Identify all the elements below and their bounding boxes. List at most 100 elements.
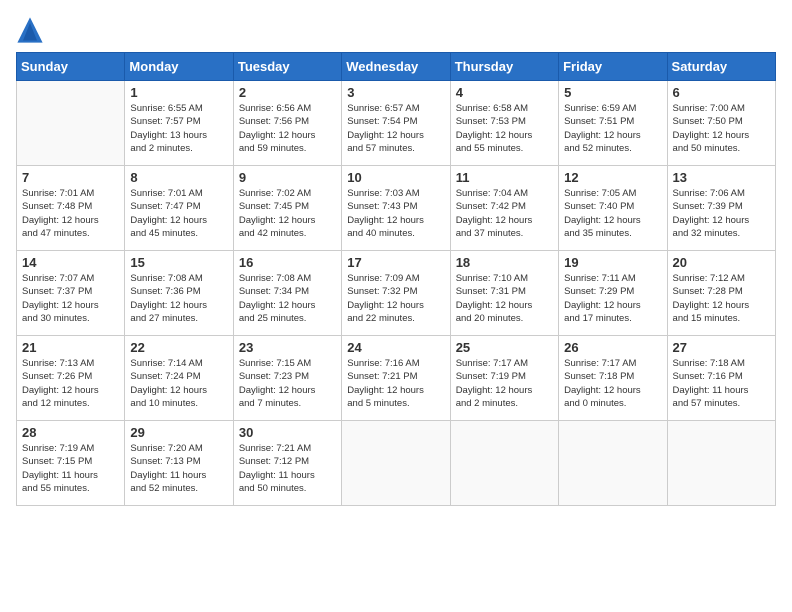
day-info: Sunrise: 7:08 AM Sunset: 7:36 PM Dayligh… (130, 272, 227, 325)
day-info: Sunrise: 7:08 AM Sunset: 7:34 PM Dayligh… (239, 272, 336, 325)
day-number: 14 (22, 255, 119, 270)
calendar-cell (667, 421, 775, 506)
calendar-cell: 26Sunrise: 7:17 AM Sunset: 7:18 PM Dayli… (559, 336, 667, 421)
day-number: 16 (239, 255, 336, 270)
day-of-week-header: Wednesday (342, 53, 450, 81)
day-number: 3 (347, 85, 444, 100)
calendar-cell: 24Sunrise: 7:16 AM Sunset: 7:21 PM Dayli… (342, 336, 450, 421)
day-info: Sunrise: 7:17 AM Sunset: 7:18 PM Dayligh… (564, 357, 661, 410)
calendar-week-row: 1 Sunrise: 6:55 AM Sunset: 7:57 PM Daylig… (17, 81, 776, 166)
day-number: 21 (22, 340, 119, 355)
day-info: Sunrise: 7:15 AM Sunset: 7:23 PM Dayligh… (239, 357, 336, 410)
calendar-cell: 6 Sunrise: 7:00 AM Sunset: 7:50 PM Daylig… (667, 81, 775, 166)
day-number: 23 (239, 340, 336, 355)
day-info: Sunrise: 7:10 AM Sunset: 7:31 PM Dayligh… (456, 272, 553, 325)
calendar-cell: 25Sunrise: 7:17 AM Sunset: 7:19 PM Dayli… (450, 336, 558, 421)
calendar-cell: 22 Sunrise: 7:14 AM Sunset: 7:24 PM Dayli… (125, 336, 233, 421)
calendar-week-row: 28 Sunrise: 7:19 AM Sunset: 7:15 PM Dayli… (17, 421, 776, 506)
day-info: Sunrise: 6:57 AM Sunset: 7:54 PM Dayligh… (347, 102, 444, 155)
day-info: Sunrise: 6:55 AM Sunset: 7:57 PM Dayligh… (130, 102, 227, 155)
day-info: Sunrise: 7:18 AM Sunset: 7:16 PM Dayligh… (673, 357, 770, 410)
calendar-cell: 2 Sunrise: 6:56 AM Sunset: 7:56 PM Daylig… (233, 81, 341, 166)
calendar-cell: 7 Sunrise: 7:01 AM Sunset: 7:48 PM Daylig… (17, 166, 125, 251)
day-number: 7 (22, 170, 119, 185)
day-of-week-header: Friday (559, 53, 667, 81)
calendar-cell: 3 Sunrise: 6:57 AM Sunset: 7:54 PM Daylig… (342, 81, 450, 166)
calendar-cell: 18 Sunrise: 7:10 AM Sunset: 7:31 PM Dayli… (450, 251, 558, 336)
day-info: Sunrise: 7:07 AM Sunset: 7:37 PM Dayligh… (22, 272, 119, 325)
day-number: 2 (239, 85, 336, 100)
day-info: Sunrise: 6:59 AM Sunset: 7:51 PM Dayligh… (564, 102, 661, 155)
day-info: Sunrise: 7:20 AM Sunset: 7:13 PM Dayligh… (130, 442, 227, 495)
day-number: 22 (130, 340, 227, 355)
calendar-cell: 30 Sunrise: 7:21 AM Sunset: 7:12 PM Dayli… (233, 421, 341, 506)
day-info: Sunrise: 7:06 AM Sunset: 7:39 PM Dayligh… (673, 187, 770, 240)
day-info: Sunrise: 7:12 AM Sunset: 7:28 PM Dayligh… (673, 272, 770, 325)
day-number: 11 (456, 170, 553, 185)
calendar-cell: 11Sunrise: 7:04 AM Sunset: 7:42 PM Dayli… (450, 166, 558, 251)
logo (16, 16, 48, 44)
day-number: 6 (673, 85, 770, 100)
day-of-week-header: Thursday (450, 53, 558, 81)
day-of-week-header: Monday (125, 53, 233, 81)
calendar-week-row: 21 Sunrise: 7:13 AM Sunset: 7:26 PM Dayli… (17, 336, 776, 421)
calendar-cell (450, 421, 558, 506)
day-info: Sunrise: 7:19 AM Sunset: 7:15 PM Dayligh… (22, 442, 119, 495)
calendar-cell: 14 Sunrise: 7:07 AM Sunset: 7:37 PM Dayli… (17, 251, 125, 336)
calendar-cell (342, 421, 450, 506)
calendar-cell: 10Sunrise: 7:03 AM Sunset: 7:43 PM Dayli… (342, 166, 450, 251)
calendar-cell: 19 Sunrise: 7:11 AM Sunset: 7:29 PM Dayli… (559, 251, 667, 336)
day-info: Sunrise: 7:14 AM Sunset: 7:24 PM Dayligh… (130, 357, 227, 410)
day-number: 5 (564, 85, 661, 100)
day-number: 29 (130, 425, 227, 440)
calendar-cell: 5 Sunrise: 6:59 AM Sunset: 7:51 PM Daylig… (559, 81, 667, 166)
day-info: Sunrise: 6:58 AM Sunset: 7:53 PM Dayligh… (456, 102, 553, 155)
day-number: 27 (673, 340, 770, 355)
day-number: 18 (456, 255, 553, 270)
day-of-week-header: Tuesday (233, 53, 341, 81)
day-number: 1 (130, 85, 227, 100)
day-info: Sunrise: 7:16 AM Sunset: 7:21 PM Dayligh… (347, 357, 444, 410)
day-info: Sunrise: 7:13 AM Sunset: 7:26 PM Dayligh… (22, 357, 119, 410)
day-number: 30 (239, 425, 336, 440)
day-info: Sunrise: 7:09 AM Sunset: 7:32 PM Dayligh… (347, 272, 444, 325)
calendar-cell: 12Sunrise: 7:05 AM Sunset: 7:40 PM Dayli… (559, 166, 667, 251)
day-info: Sunrise: 6:56 AM Sunset: 7:56 PM Dayligh… (239, 102, 336, 155)
calendar-table: SundayMondayTuesdayWednesdayThursdayFrid… (16, 52, 776, 506)
calendar-cell: 8Sunrise: 7:01 AM Sunset: 7:47 PM Daylig… (125, 166, 233, 251)
day-info: Sunrise: 7:11 AM Sunset: 7:29 PM Dayligh… (564, 272, 661, 325)
calendar-cell (17, 81, 125, 166)
day-info: Sunrise: 7:03 AM Sunset: 7:43 PM Dayligh… (347, 187, 444, 240)
calendar-cell: 1 Sunrise: 6:55 AM Sunset: 7:57 PM Daylig… (125, 81, 233, 166)
calendar-cell: 28 Sunrise: 7:19 AM Sunset: 7:15 PM Dayli… (17, 421, 125, 506)
day-number: 17 (347, 255, 444, 270)
day-info: Sunrise: 7:02 AM Sunset: 7:45 PM Dayligh… (239, 187, 336, 240)
calendar-cell: 21 Sunrise: 7:13 AM Sunset: 7:26 PM Dayli… (17, 336, 125, 421)
day-of-week-header: Saturday (667, 53, 775, 81)
calendar-week-row: 14 Sunrise: 7:07 AM Sunset: 7:37 PM Dayli… (17, 251, 776, 336)
day-number: 20 (673, 255, 770, 270)
day-info: Sunrise: 7:21 AM Sunset: 7:12 PM Dayligh… (239, 442, 336, 495)
day-number: 8 (130, 170, 227, 185)
calendar-cell: 27 Sunrise: 7:18 AM Sunset: 7:16 PM Dayli… (667, 336, 775, 421)
day-info: Sunrise: 7:01 AM Sunset: 7:48 PM Dayligh… (22, 187, 119, 240)
logo-icon (16, 16, 44, 44)
day-number: 15 (130, 255, 227, 270)
calendar-cell: 17 Sunrise: 7:09 AM Sunset: 7:32 PM Dayli… (342, 251, 450, 336)
page-header (16, 16, 776, 44)
day-of-week-header: Sunday (17, 53, 125, 81)
day-info: Sunrise: 7:17 AM Sunset: 7:19 PM Dayligh… (456, 357, 553, 410)
calendar-cell: 23 Sunrise: 7:15 AM Sunset: 7:23 PM Dayli… (233, 336, 341, 421)
calendar-week-row: 7 Sunrise: 7:01 AM Sunset: 7:48 PM Daylig… (17, 166, 776, 251)
day-number: 28 (22, 425, 119, 440)
calendar-cell (559, 421, 667, 506)
day-number: 4 (456, 85, 553, 100)
calendar-cell: 4 Sunrise: 6:58 AM Sunset: 7:53 PM Daylig… (450, 81, 558, 166)
day-number: 19 (564, 255, 661, 270)
calendar-cell: 15 Sunrise: 7:08 AM Sunset: 7:36 PM Dayli… (125, 251, 233, 336)
day-info: Sunrise: 7:00 AM Sunset: 7:50 PM Dayligh… (673, 102, 770, 155)
calendar-header-row: SundayMondayTuesdayWednesdayThursdayFrid… (17, 53, 776, 81)
day-info: Sunrise: 7:05 AM Sunset: 7:40 PM Dayligh… (564, 187, 661, 240)
calendar-cell: 9Sunrise: 7:02 AM Sunset: 7:45 PM Daylig… (233, 166, 341, 251)
calendar-cell: 13Sunrise: 7:06 AM Sunset: 7:39 PM Dayli… (667, 166, 775, 251)
